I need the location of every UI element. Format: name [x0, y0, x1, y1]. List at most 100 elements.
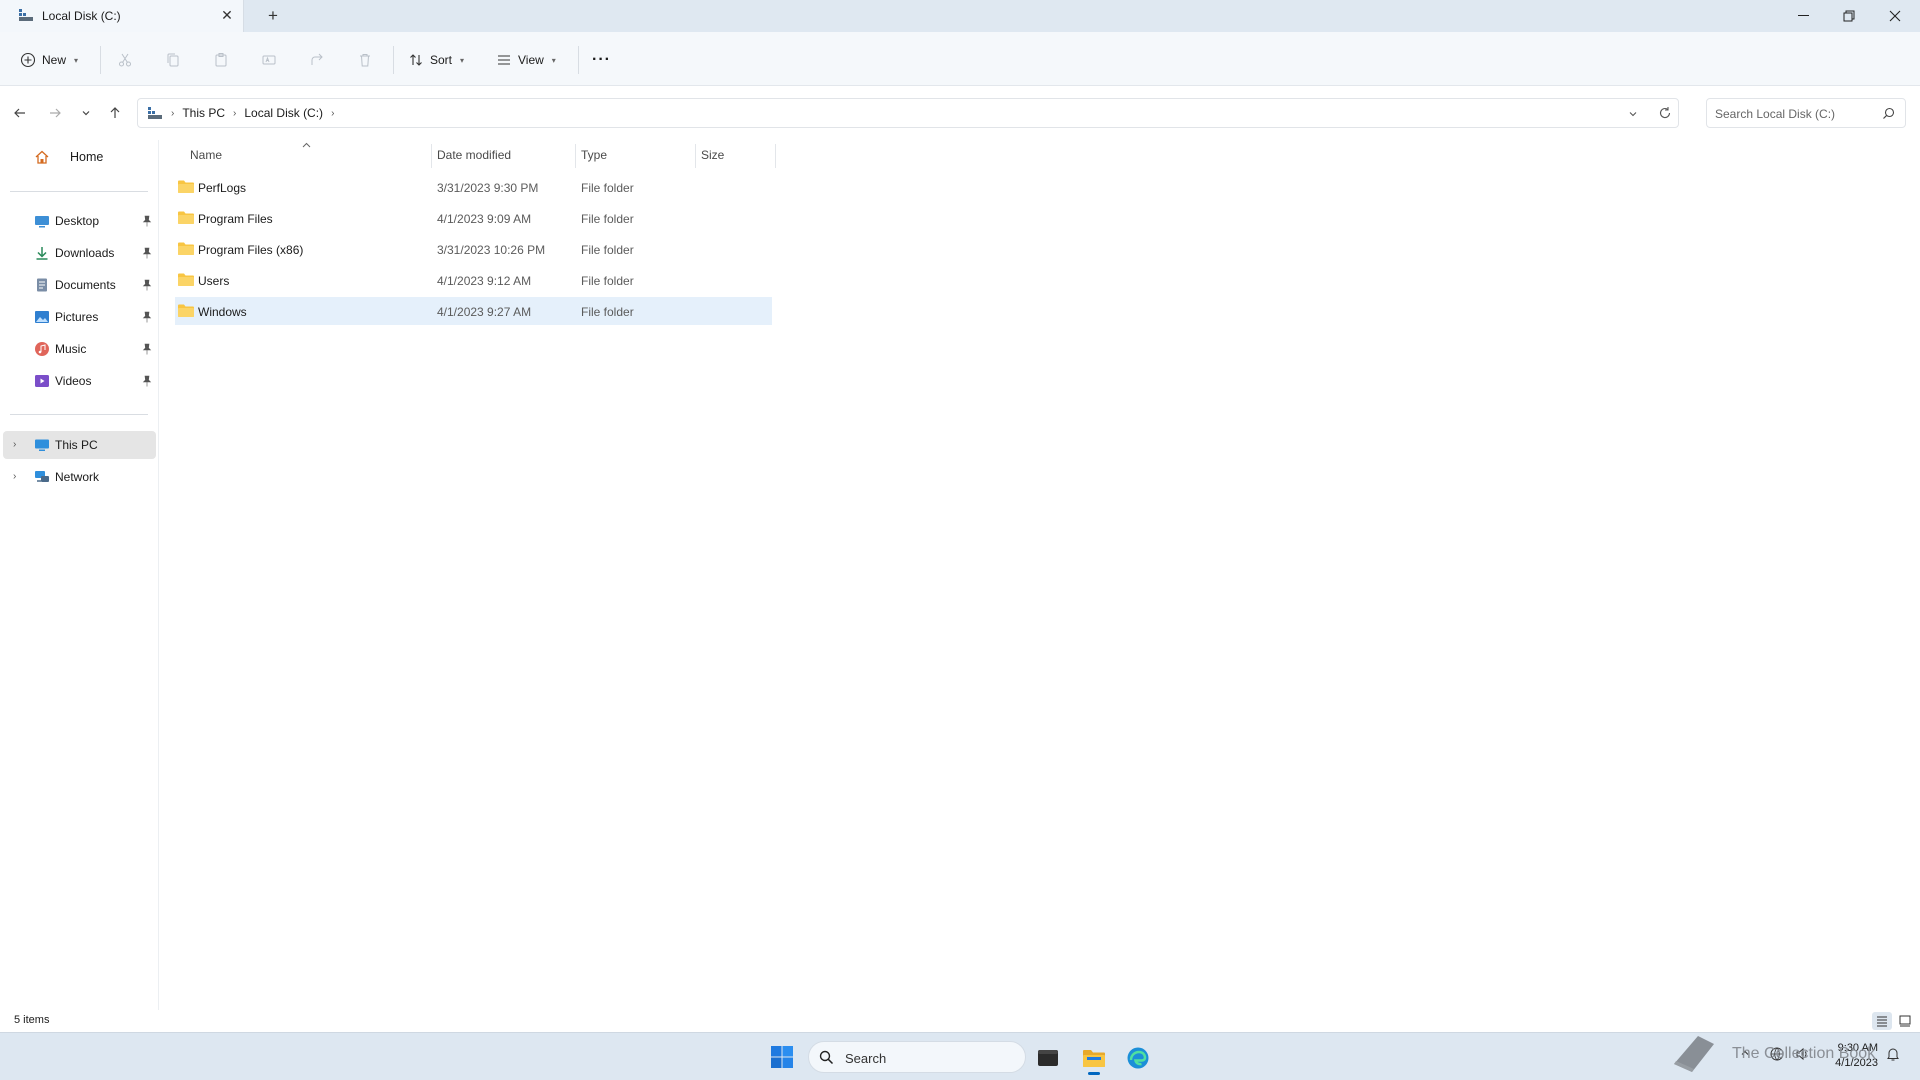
- paste-button[interactable]: [213, 45, 229, 75]
- taskbar-search[interactable]: Search: [808, 1041, 1026, 1073]
- sidebar-item-music[interactable]: Music: [10, 335, 156, 363]
- toolbar-divider: [578, 46, 579, 74]
- paste-icon: [215, 53, 227, 67]
- command-bar: New ▾ Sort ▾ View ▾ ···: [0, 32, 1920, 86]
- sort-ascending-icon: [302, 140, 311, 150]
- sidebar-item-desktop[interactable]: Desktop: [10, 207, 156, 235]
- folder-icon: [178, 304, 194, 317]
- column-divider[interactable]: [575, 144, 576, 168]
- tiles-view-button[interactable]: [1895, 1012, 1915, 1030]
- taskbar-edge[interactable]: [1120, 1041, 1156, 1075]
- sidebar-item-videos[interactable]: Videos: [10, 367, 156, 395]
- sidebar-item-label: Music: [55, 342, 87, 356]
- download-icon: [36, 247, 48, 260]
- pin-icon[interactable]: [142, 375, 152, 387]
- chevron-right-icon[interactable]: ›: [13, 471, 16, 482]
- file-date-modified: 3/31/2023 9:30 PM: [437, 181, 539, 195]
- breadcrumb-local-disk[interactable]: Local Disk (C:): [244, 106, 323, 120]
- sidebar-item-this-pc[interactable]: › This PC: [3, 431, 156, 459]
- restore-icon[interactable]: [1826, 0, 1872, 32]
- trash-icon: [360, 54, 370, 67]
- new-button[interactable]: New ▾: [20, 45, 78, 75]
- file-row[interactable]: PerfLogs 3/31/2023 9:30 PM File folder: [175, 173, 772, 201]
- back-icon[interactable]: [8, 101, 32, 125]
- file-type: File folder: [581, 274, 634, 288]
- sidebar-item-network[interactable]: › Network: [3, 463, 156, 491]
- view-label: View: [518, 53, 544, 67]
- sidebar-item-label: Videos: [55, 374, 92, 388]
- sidebar-divider: [10, 414, 148, 415]
- pin-icon[interactable]: [142, 215, 152, 227]
- taskbar-search-label: Search: [845, 1051, 887, 1066]
- pin-icon[interactable]: [142, 343, 152, 355]
- pin-icon[interactable]: [142, 311, 152, 323]
- address-bar[interactable]: › This PC › Local Disk (C:) ›: [137, 98, 1679, 128]
- file-date-modified: 4/1/2023 9:12 AM: [437, 274, 532, 288]
- share-button[interactable]: [309, 45, 325, 75]
- folder-icon: [178, 273, 194, 286]
- sidebar-item-label: Pictures: [55, 310, 99, 324]
- recent-locations-chevron-icon[interactable]: [74, 101, 98, 125]
- column-divider[interactable]: [775, 144, 776, 168]
- sidebar-item-documents[interactable]: Documents: [10, 271, 156, 299]
- breadcrumb-this-pc[interactable]: This PC: [182, 106, 225, 120]
- column-header-date-modified[interactable]: Date modified: [437, 140, 575, 170]
- search-icon: [1883, 107, 1895, 119]
- pin-icon[interactable]: [142, 247, 152, 259]
- folder-icon: [178, 180, 194, 193]
- sort-button[interactable]: Sort ▾: [408, 45, 464, 75]
- plus-circle-icon: [20, 52, 36, 68]
- refresh-icon[interactable]: [1658, 106, 1672, 123]
- minimize-icon[interactable]: [1780, 0, 1826, 32]
- close-window-icon[interactable]: [1872, 0, 1918, 32]
- new-tab-button[interactable]: +: [262, 5, 284, 27]
- details-view-icon: [1877, 1016, 1887, 1027]
- up-icon[interactable]: [103, 101, 127, 125]
- item-count: 5 items: [14, 1014, 50, 1026]
- notification-icon[interactable]: [1886, 1047, 1900, 1064]
- chevron-right-icon[interactable]: ›: [13, 439, 16, 450]
- delete-button[interactable]: [357, 45, 373, 75]
- toolbar-divider: [100, 46, 101, 74]
- windows-start-icon[interactable]: [770, 1045, 794, 1069]
- column-header-type[interactable]: Type: [581, 140, 693, 170]
- network-icon: [35, 471, 49, 482]
- address-history-chevron-icon[interactable]: [1628, 108, 1638, 122]
- search-icon: [819, 1050, 834, 1065]
- sidebar-item-label: Desktop: [55, 214, 100, 228]
- rename-button[interactable]: [261, 45, 277, 75]
- watermark-text: The Collection Book: [1732, 1045, 1876, 1062]
- file-row[interactable]: Program Files (x86) 3/31/2023 10:26 PM F…: [175, 235, 772, 263]
- pin-icon[interactable]: [142, 279, 152, 291]
- search-input[interactable]: [1715, 105, 1875, 123]
- status-bar: 5 items: [0, 1010, 1920, 1032]
- copy-button[interactable]: [165, 45, 181, 75]
- file-row[interactable]: Windows 4/1/2023 9:27 AM File folder: [175, 297, 772, 325]
- toolbar-divider: [393, 46, 394, 74]
- share-icon: [311, 53, 323, 65]
- rename-icon: [262, 55, 276, 65]
- column-header-size[interactable]: Size: [701, 140, 771, 170]
- view-button[interactable]: View ▾: [496, 45, 556, 75]
- sidebar-item-home[interactable]: Home: [10, 143, 156, 171]
- search-box[interactable]: [1706, 98, 1906, 128]
- home-icon: [35, 150, 49, 164]
- file-date-modified: 4/1/2023 9:09 AM: [437, 212, 532, 226]
- sidebar-item-pictures[interactable]: Pictures: [10, 303, 156, 331]
- file-row[interactable]: Program Files 4/1/2023 9:09 AM File fold…: [175, 204, 772, 232]
- details-view-button[interactable]: [1872, 1012, 1892, 1030]
- folder-icon: [178, 211, 194, 224]
- taskbar-file-explorer[interactable]: [1076, 1041, 1112, 1075]
- more-options-button[interactable]: ···: [592, 45, 611, 75]
- column-divider[interactable]: [695, 144, 696, 168]
- file-row[interactable]: Users 4/1/2023 9:12 AM File folder: [175, 266, 772, 294]
- column-divider[interactable]: [431, 144, 432, 168]
- tab-local-disk[interactable]: Local Disk (C:) ✕: [0, 0, 244, 32]
- forward-icon[interactable]: [43, 101, 67, 125]
- taskbar-terminal[interactable]: [1030, 1041, 1066, 1075]
- tab-close-icon[interactable]: ✕: [218, 6, 236, 24]
- cut-button[interactable]: [117, 45, 133, 75]
- file-explorer-icon: [1083, 1050, 1105, 1067]
- sidebar-item-downloads[interactable]: Downloads: [10, 239, 156, 267]
- view-list-icon: [498, 55, 510, 65]
